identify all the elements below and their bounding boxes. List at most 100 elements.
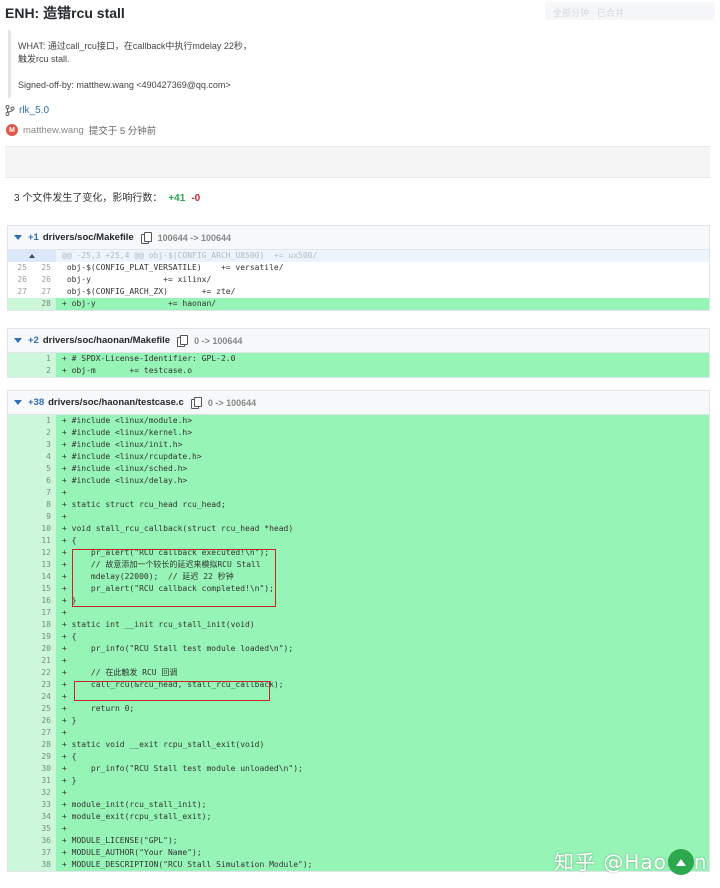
author-name[interactable]: matthew.wang — [23, 125, 84, 136]
new-line-number[interactable]: 18 — [32, 619, 56, 631]
old-line-number[interactable] — [8, 787, 32, 799]
new-line-number[interactable]: 1 — [32, 353, 56, 365]
new-line-number[interactable]: 16 — [32, 595, 56, 607]
old-line-number[interactable] — [8, 571, 32, 583]
new-line-number[interactable]: 11 — [32, 535, 56, 547]
new-line-number[interactable]: 3 — [32, 439, 56, 451]
old-line-number[interactable] — [8, 859, 32, 871]
expand-button[interactable] — [8, 250, 56, 262]
old-line-number[interactable] — [8, 607, 32, 619]
old-line-number[interactable] — [8, 487, 32, 499]
new-line-number[interactable]: 38 — [32, 859, 56, 871]
new-line-number[interactable]: 22 — [32, 667, 56, 679]
copy-icon[interactable] — [190, 397, 202, 409]
old-line-number[interactable] — [8, 847, 32, 859]
new-line-number[interactable]: 23 — [32, 679, 56, 691]
old-line-number[interactable] — [8, 691, 32, 703]
new-line-number[interactable]: 19 — [32, 631, 56, 643]
copy-icon[interactable] — [140, 232, 152, 244]
old-line-number[interactable]: 26 — [8, 274, 32, 286]
old-line-number[interactable] — [8, 511, 32, 523]
caret-down-icon[interactable] — [14, 400, 22, 405]
new-line-number[interactable]: 1 — [32, 415, 56, 427]
old-line-number[interactable] — [8, 823, 32, 835]
new-line-number[interactable]: 36 — [32, 835, 56, 847]
new-line-number[interactable]: 21 — [32, 655, 56, 667]
old-line-number[interactable] — [8, 631, 32, 643]
copy-icon[interactable] — [177, 335, 189, 347]
old-line-number[interactable] — [8, 439, 32, 451]
avatar[interactable]: M — [6, 124, 18, 136]
old-line-number[interactable] — [8, 353, 32, 365]
new-line-number[interactable]: 8 — [32, 499, 56, 511]
scroll-to-top-icon[interactable] — [668, 849, 694, 875]
file-header[interactable]: +2 drivers/soc/haonan/Makefile 0 -> 1006… — [8, 329, 709, 353]
old-line-number[interactable] — [8, 547, 32, 559]
new-line-number[interactable]: 20 — [32, 643, 56, 655]
file-path[interactable]: drivers/soc/haonan/Makefile — [43, 335, 170, 346]
old-line-number[interactable] — [8, 703, 32, 715]
old-line-number[interactable] — [8, 667, 32, 679]
old-line-number[interactable] — [8, 727, 32, 739]
old-line-number[interactable] — [8, 463, 32, 475]
old-line-number[interactable] — [8, 583, 32, 595]
old-line-number[interactable] — [8, 499, 32, 511]
new-line-number[interactable]: 4 — [32, 451, 56, 463]
old-line-number[interactable] — [8, 415, 32, 427]
new-line-number[interactable]: 29 — [32, 751, 56, 763]
old-line-number[interactable]: 27 — [8, 286, 32, 298]
old-line-number[interactable] — [8, 811, 32, 823]
old-line-number[interactable] — [8, 775, 32, 787]
new-line-number[interactable]: 27 — [32, 727, 56, 739]
new-line-number[interactable]: 14 — [32, 571, 56, 583]
caret-down-icon[interactable] — [14, 338, 22, 343]
old-line-number[interactable] — [8, 427, 32, 439]
new-line-number[interactable]: 26 — [32, 274, 56, 286]
new-line-number[interactable]: 15 — [32, 583, 56, 595]
new-line-number[interactable]: 12 — [32, 547, 56, 559]
new-line-number[interactable]: 34 — [32, 811, 56, 823]
new-line-number[interactable]: 2 — [32, 365, 56, 377]
old-line-number[interactable] — [8, 475, 32, 487]
new-line-number[interactable]: 6 — [32, 475, 56, 487]
file-header[interactable]: +1 drivers/soc/Makefile 100644 -> 100644 — [8, 226, 709, 250]
new-line-number[interactable]: 30 — [32, 763, 56, 775]
old-line-number[interactable] — [8, 763, 32, 775]
new-line-number[interactable]: 7 — [32, 487, 56, 499]
old-line-number[interactable] — [8, 451, 32, 463]
old-line-number[interactable] — [8, 643, 32, 655]
old-line-number[interactable] — [8, 715, 32, 727]
old-line-number[interactable] — [8, 619, 32, 631]
file-header[interactable]: +38 drivers/soc/haonan/testcase.c 0 -> 1… — [8, 391, 709, 415]
new-line-number[interactable]: 26 — [32, 715, 56, 727]
caret-down-icon[interactable] — [14, 235, 22, 240]
expand-up-icon[interactable] — [29, 254, 35, 258]
new-line-number[interactable]: 31 — [32, 775, 56, 787]
old-line-number[interactable]: 25 — [8, 262, 32, 274]
new-line-number[interactable]: 13 — [32, 559, 56, 571]
old-line-number[interactable] — [8, 535, 32, 547]
old-line-number[interactable] — [8, 365, 32, 377]
new-line-number[interactable]: 32 — [32, 787, 56, 799]
old-line-number[interactable] — [8, 655, 32, 667]
new-line-number[interactable]: 17 — [32, 607, 56, 619]
old-line-number[interactable] — [8, 679, 32, 691]
new-line-number[interactable]: 25 — [32, 262, 56, 274]
branch-link[interactable]: rlk_5.0 — [5, 105, 49, 116]
old-line-number[interactable] — [8, 595, 32, 607]
file-path[interactable]: drivers/soc/haonan/testcase.c — [48, 397, 184, 408]
new-line-number[interactable]: 9 — [32, 511, 56, 523]
old-line-number[interactable] — [8, 739, 32, 751]
old-line-number[interactable] — [8, 559, 32, 571]
old-line-number[interactable] — [8, 799, 32, 811]
old-line-number[interactable] — [8, 835, 32, 847]
new-line-number[interactable]: 25 — [32, 703, 56, 715]
new-line-number[interactable]: 28 — [32, 739, 56, 751]
new-line-number[interactable]: 5 — [32, 463, 56, 475]
new-line-number[interactable]: 33 — [32, 799, 56, 811]
new-line-number[interactable]: 35 — [32, 823, 56, 835]
new-line-number[interactable]: 28 — [32, 298, 56, 310]
old-line-number[interactable] — [8, 523, 32, 535]
new-line-number[interactable]: 27 — [32, 286, 56, 298]
new-line-number[interactable]: 37 — [32, 847, 56, 859]
